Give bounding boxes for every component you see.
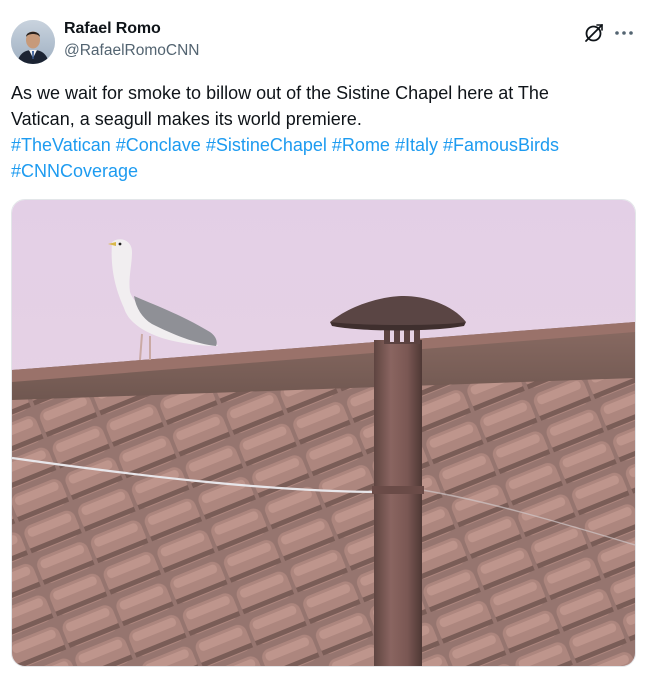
hashtag-link[interactable]: #SistineChapel [206,135,327,155]
hashtag-link[interactable]: #CNNCoverage [11,161,138,181]
hashtag-link[interactable]: #Italy [395,135,438,155]
tweet-card: Rafael Romo @RafaelRomoCNN As we wait fo… [0,0,653,683]
tweet-text: As we wait for smoke to billow out of th… [11,80,631,132]
more-icon[interactable] [612,22,636,44]
grok-icon[interactable] [583,22,605,44]
tweet-photo[interactable] [11,199,636,667]
hashtag-link[interactable]: #TheVatican [11,135,111,155]
tweet-text-line: As we wait for smoke to billow out of th… [11,83,549,103]
hashtag-link[interactable]: #Conclave [116,135,201,155]
hashtag-link[interactable]: #FamousBirds [443,135,559,155]
tweet-text-line: Vatican, a seagull makes its world premi… [11,109,362,129]
hashtags: #TheVatican #Conclave #SistineChapel #Ro… [11,132,631,184]
hashtag-link[interactable]: #Rome [332,135,390,155]
author-handle[interactable]: @RafaelRomoCNN [64,42,199,60]
avatar[interactable] [11,20,55,64]
author-name[interactable]: Rafael Romo [64,20,161,38]
